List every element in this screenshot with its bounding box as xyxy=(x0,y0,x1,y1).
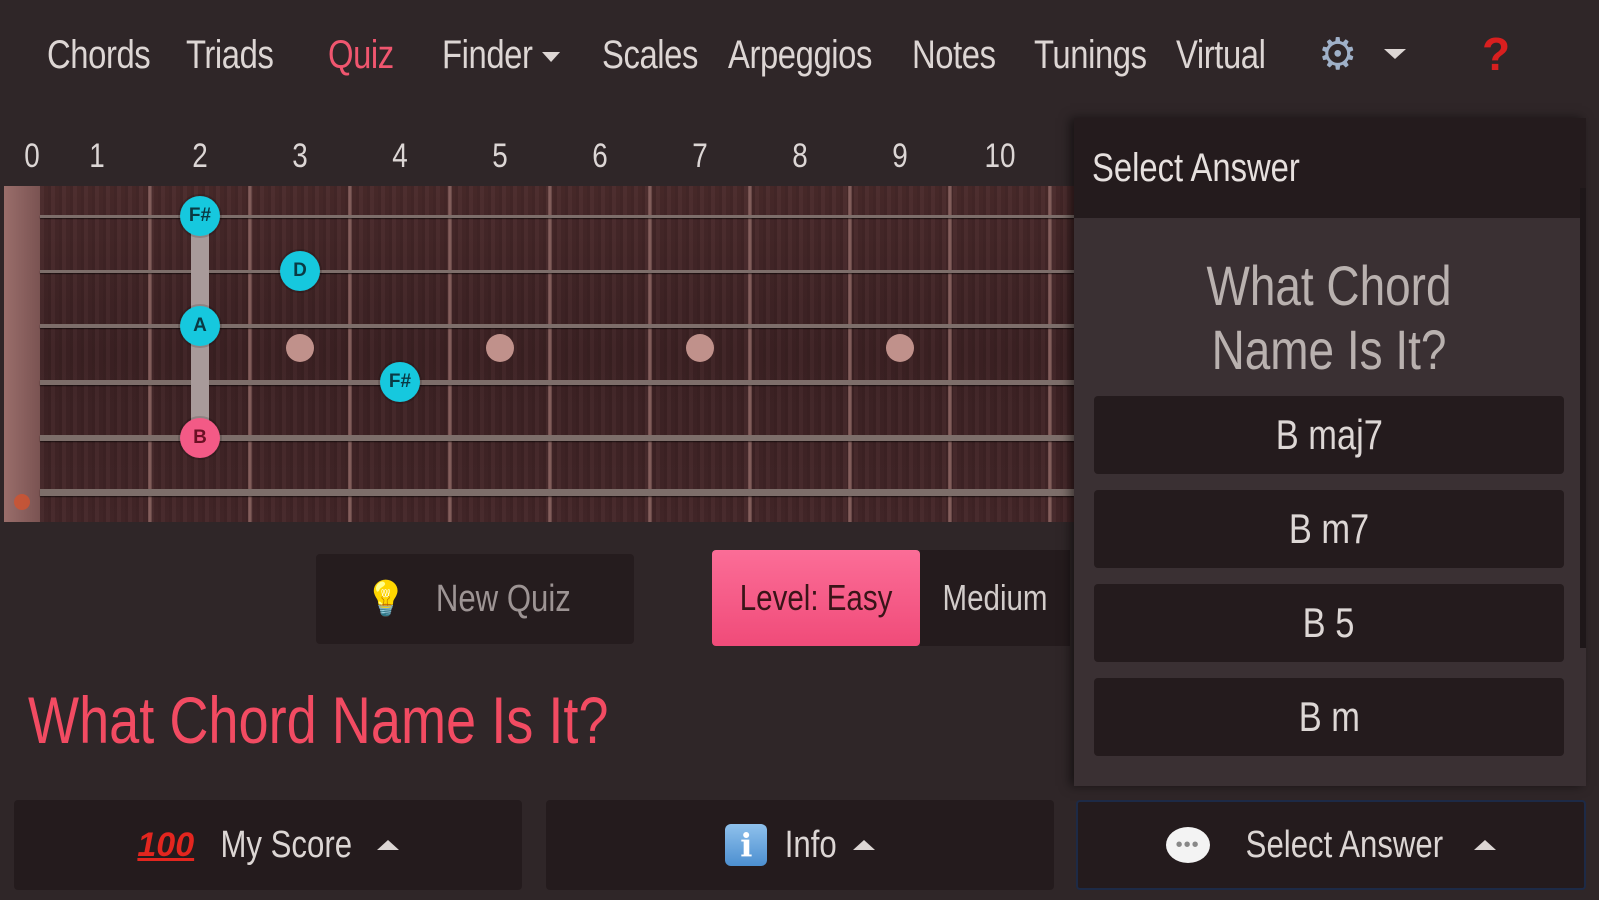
answer-panel-title: Select Answer xyxy=(1092,146,1300,190)
level-medium-label: Medium xyxy=(942,577,1048,618)
fret-number: 7 xyxy=(692,137,708,175)
answer-option-2[interactable]: B m7 xyxy=(1094,490,1564,568)
panel-scrollbar[interactable] xyxy=(1580,188,1586,648)
answer-option-4[interactable]: B m xyxy=(1094,678,1564,756)
nav-quiz[interactable]: Quiz xyxy=(328,28,394,82)
fret-wire xyxy=(348,186,352,522)
nav-chords[interactable]: Chords xyxy=(47,28,151,82)
fret-number: 2 xyxy=(192,137,208,175)
new-quiz-label: New Quiz xyxy=(435,577,571,620)
fret-number: 9 xyxy=(892,137,908,175)
chord-note-marker[interactable]: D xyxy=(280,251,320,291)
fret-number: 4 xyxy=(392,137,408,175)
info-button[interactable]: i Info xyxy=(546,800,1054,890)
fret-wire xyxy=(148,186,152,522)
my-score-label: My Score xyxy=(220,823,353,866)
question-heading: What Chord Name Is It? xyxy=(28,683,609,757)
chord-note-marker[interactable]: A xyxy=(180,306,220,346)
nav-finder-label: Finder xyxy=(442,33,533,77)
lightbulb-icon: 💡 xyxy=(364,580,407,618)
fret-number: 6 xyxy=(592,137,608,175)
mute-marker-icon xyxy=(14,494,30,510)
panel-question-text: What Chord Name Is It? xyxy=(1206,254,1452,381)
fret-number: 5 xyxy=(492,137,508,175)
nav-finder[interactable]: Finder xyxy=(442,28,561,82)
info-label: Info xyxy=(785,823,837,866)
fret-number: 1 xyxy=(89,137,105,175)
level-easy-button[interactable]: Level: Easy xyxy=(712,550,920,646)
nav-scales[interactable]: Scales xyxy=(602,28,698,82)
help-icon[interactable]: ? xyxy=(1482,26,1510,82)
nav-triads[interactable]: Triads xyxy=(186,28,274,82)
level-medium-button[interactable]: Medium xyxy=(920,550,1070,646)
answer-option-label: B 5 xyxy=(1303,599,1355,646)
select-answer-label: Select Answer xyxy=(1245,823,1443,866)
fret-inlay xyxy=(686,334,714,362)
fret-wire xyxy=(248,186,252,522)
fret-wire xyxy=(648,186,652,522)
chord-note-marker[interactable]: F# xyxy=(180,196,220,236)
select-answer-button[interactable]: ••• Select Answer xyxy=(1076,800,1586,890)
guitar-string xyxy=(40,488,1074,496)
answer-panel: Select Answer What Chord Name Is It? B m… xyxy=(1074,118,1586,786)
nav-virtual[interactable]: Virtual xyxy=(1176,28,1266,82)
answer-option-label: B m7 xyxy=(1288,505,1370,552)
gear-icon[interactable]: ⚙ xyxy=(1318,30,1357,80)
fret-wire xyxy=(848,186,852,522)
fretboard: F# D A F# B xyxy=(4,186,1074,522)
nav-notes[interactable]: Notes xyxy=(912,28,996,82)
fret-inlay xyxy=(486,334,514,362)
fret-number: 8 xyxy=(792,137,808,175)
fret-wire xyxy=(1048,186,1052,522)
root-note-marker[interactable]: B xyxy=(180,418,220,458)
hundred-points-icon: 100 xyxy=(137,825,195,864)
answer-option-1[interactable]: B maj7 xyxy=(1094,396,1564,474)
answer-panel-header: Select Answer xyxy=(1074,118,1586,218)
my-score-button[interactable]: 100 My Score xyxy=(14,800,522,890)
answer-option-3[interactable]: B 5 xyxy=(1094,584,1564,662)
new-quiz-button[interactable]: 💡 New Quiz xyxy=(316,554,634,644)
info-icon: i xyxy=(725,824,768,866)
nav-tunings[interactable]: Tunings xyxy=(1034,28,1147,82)
chevron-down-icon[interactable] xyxy=(1384,49,1406,59)
chevron-up-icon xyxy=(1474,840,1497,850)
chevron-up-icon xyxy=(852,840,875,850)
level-easy-label: Level: Easy xyxy=(739,577,893,618)
fret-wire xyxy=(548,186,552,522)
fretboard-nut xyxy=(4,186,40,522)
top-nav: Chords Triads Quiz Finder Scales Arpeggi… xyxy=(0,0,1599,110)
answer-option-label: B maj7 xyxy=(1275,411,1383,458)
answer-option-label: B m xyxy=(1298,693,1360,740)
fret-number: 0 xyxy=(24,137,40,175)
fret-inlay xyxy=(286,334,314,362)
chevron-down-icon xyxy=(542,52,561,63)
chevron-up-icon xyxy=(376,840,399,850)
panel-question: What Chord Name Is It? xyxy=(1114,254,1544,382)
nav-arpeggios[interactable]: Arpeggios xyxy=(728,28,872,82)
chord-note-marker[interactable]: F# xyxy=(380,362,420,402)
fret-wire xyxy=(748,186,752,522)
speech-bubble-icon: ••• xyxy=(1165,827,1210,863)
fret-number: 10 xyxy=(984,137,1016,175)
fret-number: 3 xyxy=(292,137,308,175)
fret-wire xyxy=(948,186,952,522)
fret-wire xyxy=(448,186,452,522)
fret-inlay xyxy=(886,334,914,362)
